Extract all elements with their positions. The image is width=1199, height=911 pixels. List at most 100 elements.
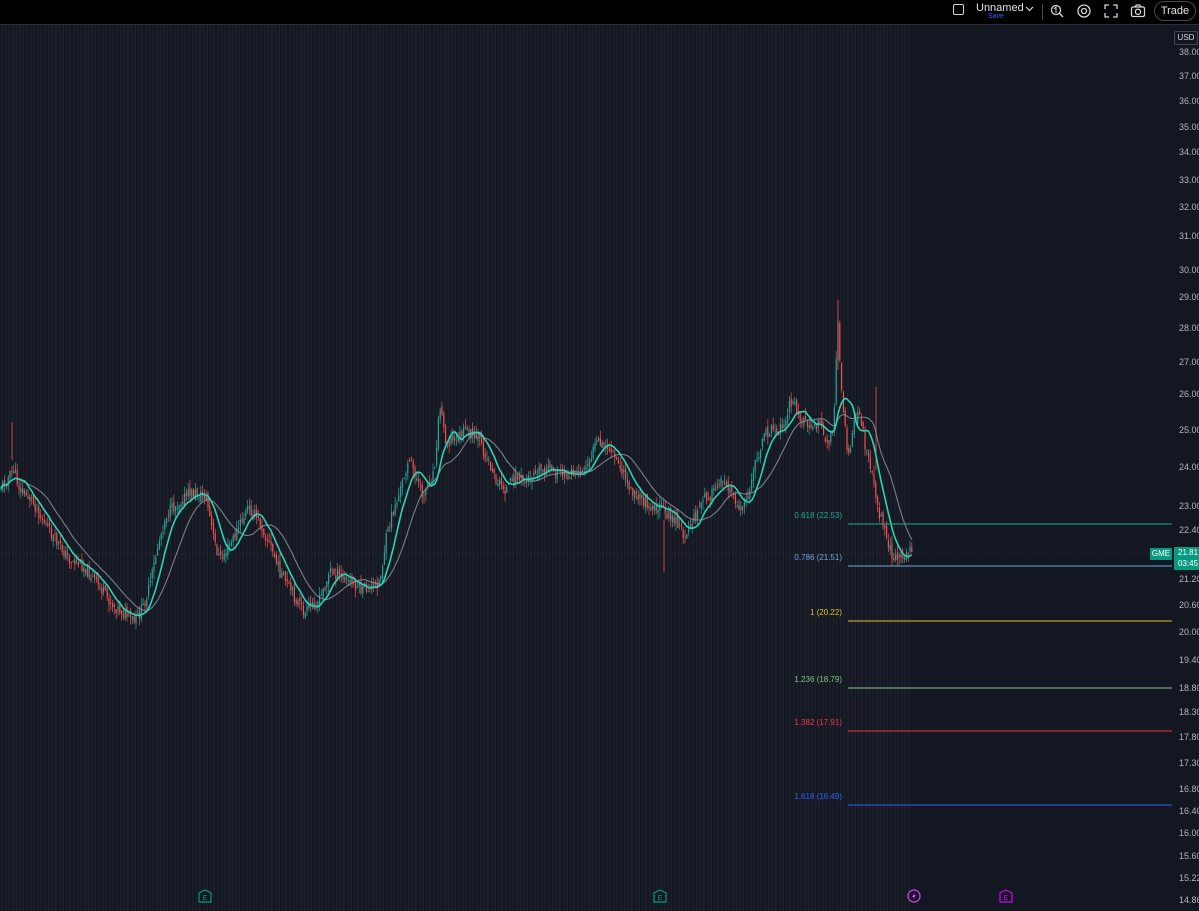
price-axis-label: 24.00: [1179, 462, 1199, 472]
candle-body: [13, 471, 15, 474]
session-stripe: [487, 25, 489, 911]
candle-body: [193, 488, 195, 498]
candle-body: [385, 533, 387, 554]
candle-body: [394, 504, 396, 515]
candle-body: [295, 600, 297, 604]
save-status[interactable]: Save: [988, 13, 1004, 20]
candle-body: [286, 578, 288, 582]
candle-body: [63, 551, 65, 557]
candle-body: [889, 544, 891, 551]
camera-icon[interactable]: [1130, 3, 1146, 19]
earnings-icon[interactable]: E: [198, 889, 212, 903]
candle-body: [329, 568, 331, 573]
chevron-down-icon[interactable]: [1024, 3, 1035, 14]
session-stripe: [451, 25, 453, 911]
trade-button[interactable]: Trade: [1154, 1, 1196, 21]
candle-body: [806, 421, 808, 427]
price-chart[interactable]: 0.618 (22.53) 0.786 (21.51) 1 (20.22) 1.236…: [0, 25, 1199, 911]
candle-body: [810, 423, 812, 428]
price-axis-label: 32.00: [1179, 202, 1199, 212]
session-stripe: [220, 25, 223, 911]
candle-body: [623, 469, 625, 473]
candle-body: [621, 468, 623, 475]
candle-body: [355, 581, 357, 591]
candle-body: [740, 506, 742, 510]
session-stripe: [202, 25, 205, 911]
session-stripe: [746, 25, 748, 911]
candle-body: [85, 568, 87, 574]
session-stripe: [904, 25, 907, 911]
candle-body: [121, 610, 123, 615]
candle-body: [632, 487, 634, 496]
candle-body: [851, 433, 853, 447]
candle-body: [626, 480, 628, 484]
session-stripe: [865, 25, 867, 911]
earnings-icon[interactable]: E: [999, 889, 1013, 903]
candle-body: [126, 606, 128, 618]
candle-body: [167, 515, 169, 517]
candle-body: [742, 507, 744, 510]
session-stripe: [112, 25, 115, 911]
fullscreen-icon[interactable]: [1103, 3, 1119, 19]
session-stripe: [350, 25, 352, 911]
candle-body: [293, 586, 295, 603]
session-stripe: [897, 25, 900, 911]
candle-body: [441, 406, 443, 415]
lightning-icon[interactable]: [907, 889, 921, 903]
current-price: 21.81: [1178, 548, 1199, 557]
candle-body: [23, 490, 25, 494]
session-stripe: [44, 25, 46, 911]
session-stripe: [400, 25, 403, 911]
event-label: E: [658, 895, 663, 902]
earnings-icon[interactable]: E: [653, 889, 667, 903]
candle-body: [434, 466, 436, 469]
candle-body: [875, 483, 877, 498]
session-stripe: [839, 25, 842, 911]
candle-body: [842, 392, 844, 413]
candle-body: [760, 449, 762, 459]
candle-body: [216, 544, 218, 555]
candle-body: [599, 437, 601, 446]
session-stripe: [177, 25, 180, 911]
candle-body: [263, 528, 265, 535]
candle-body: [173, 502, 175, 512]
price-axis-label: 33.00: [1179, 175, 1199, 185]
currency-button[interactable]: USD: [1174, 31, 1198, 45]
candle-body: [540, 463, 542, 471]
session-stripe: [393, 25, 396, 911]
candle-body: [302, 605, 304, 615]
candle-body: [243, 517, 245, 525]
session-stripe: [566, 25, 568, 911]
ticker-label: GME: [1150, 548, 1172, 560]
candle-body: [257, 516, 259, 518]
session-stripe: [699, 25, 702, 911]
candle-body: [616, 457, 618, 460]
session-stripe: [893, 25, 896, 911]
session-stripe: [447, 25, 450, 911]
candle-body: [239, 520, 241, 527]
candle-body: [841, 363, 843, 390]
candle-body: [324, 587, 326, 591]
session-stripe: [418, 25, 421, 911]
candle-body: [769, 434, 771, 437]
settings-icon[interactable]: [1076, 3, 1092, 19]
candle-body: [765, 429, 767, 435]
session-stripe: [850, 25, 853, 911]
candle-body: [493, 469, 495, 473]
price-axis-label: 28.00: [1179, 323, 1199, 333]
candle-body: [439, 409, 441, 419]
quick-search-icon[interactable]: [1049, 3, 1065, 19]
session-stripe: [325, 25, 327, 911]
session-stripe: [173, 25, 176, 911]
session-stripe: [731, 25, 734, 911]
candle-body: [641, 495, 643, 498]
candle-body: [270, 541, 272, 546]
event-label: E: [1004, 895, 1009, 902]
candle-body: [232, 535, 234, 543]
candle-body: [160, 533, 162, 540]
candle-body: [684, 536, 686, 538]
session-stripe: [692, 25, 694, 911]
session-stripe: [602, 25, 604, 911]
layout-icon[interactable]: [953, 4, 964, 15]
candle-body: [911, 547, 913, 553]
